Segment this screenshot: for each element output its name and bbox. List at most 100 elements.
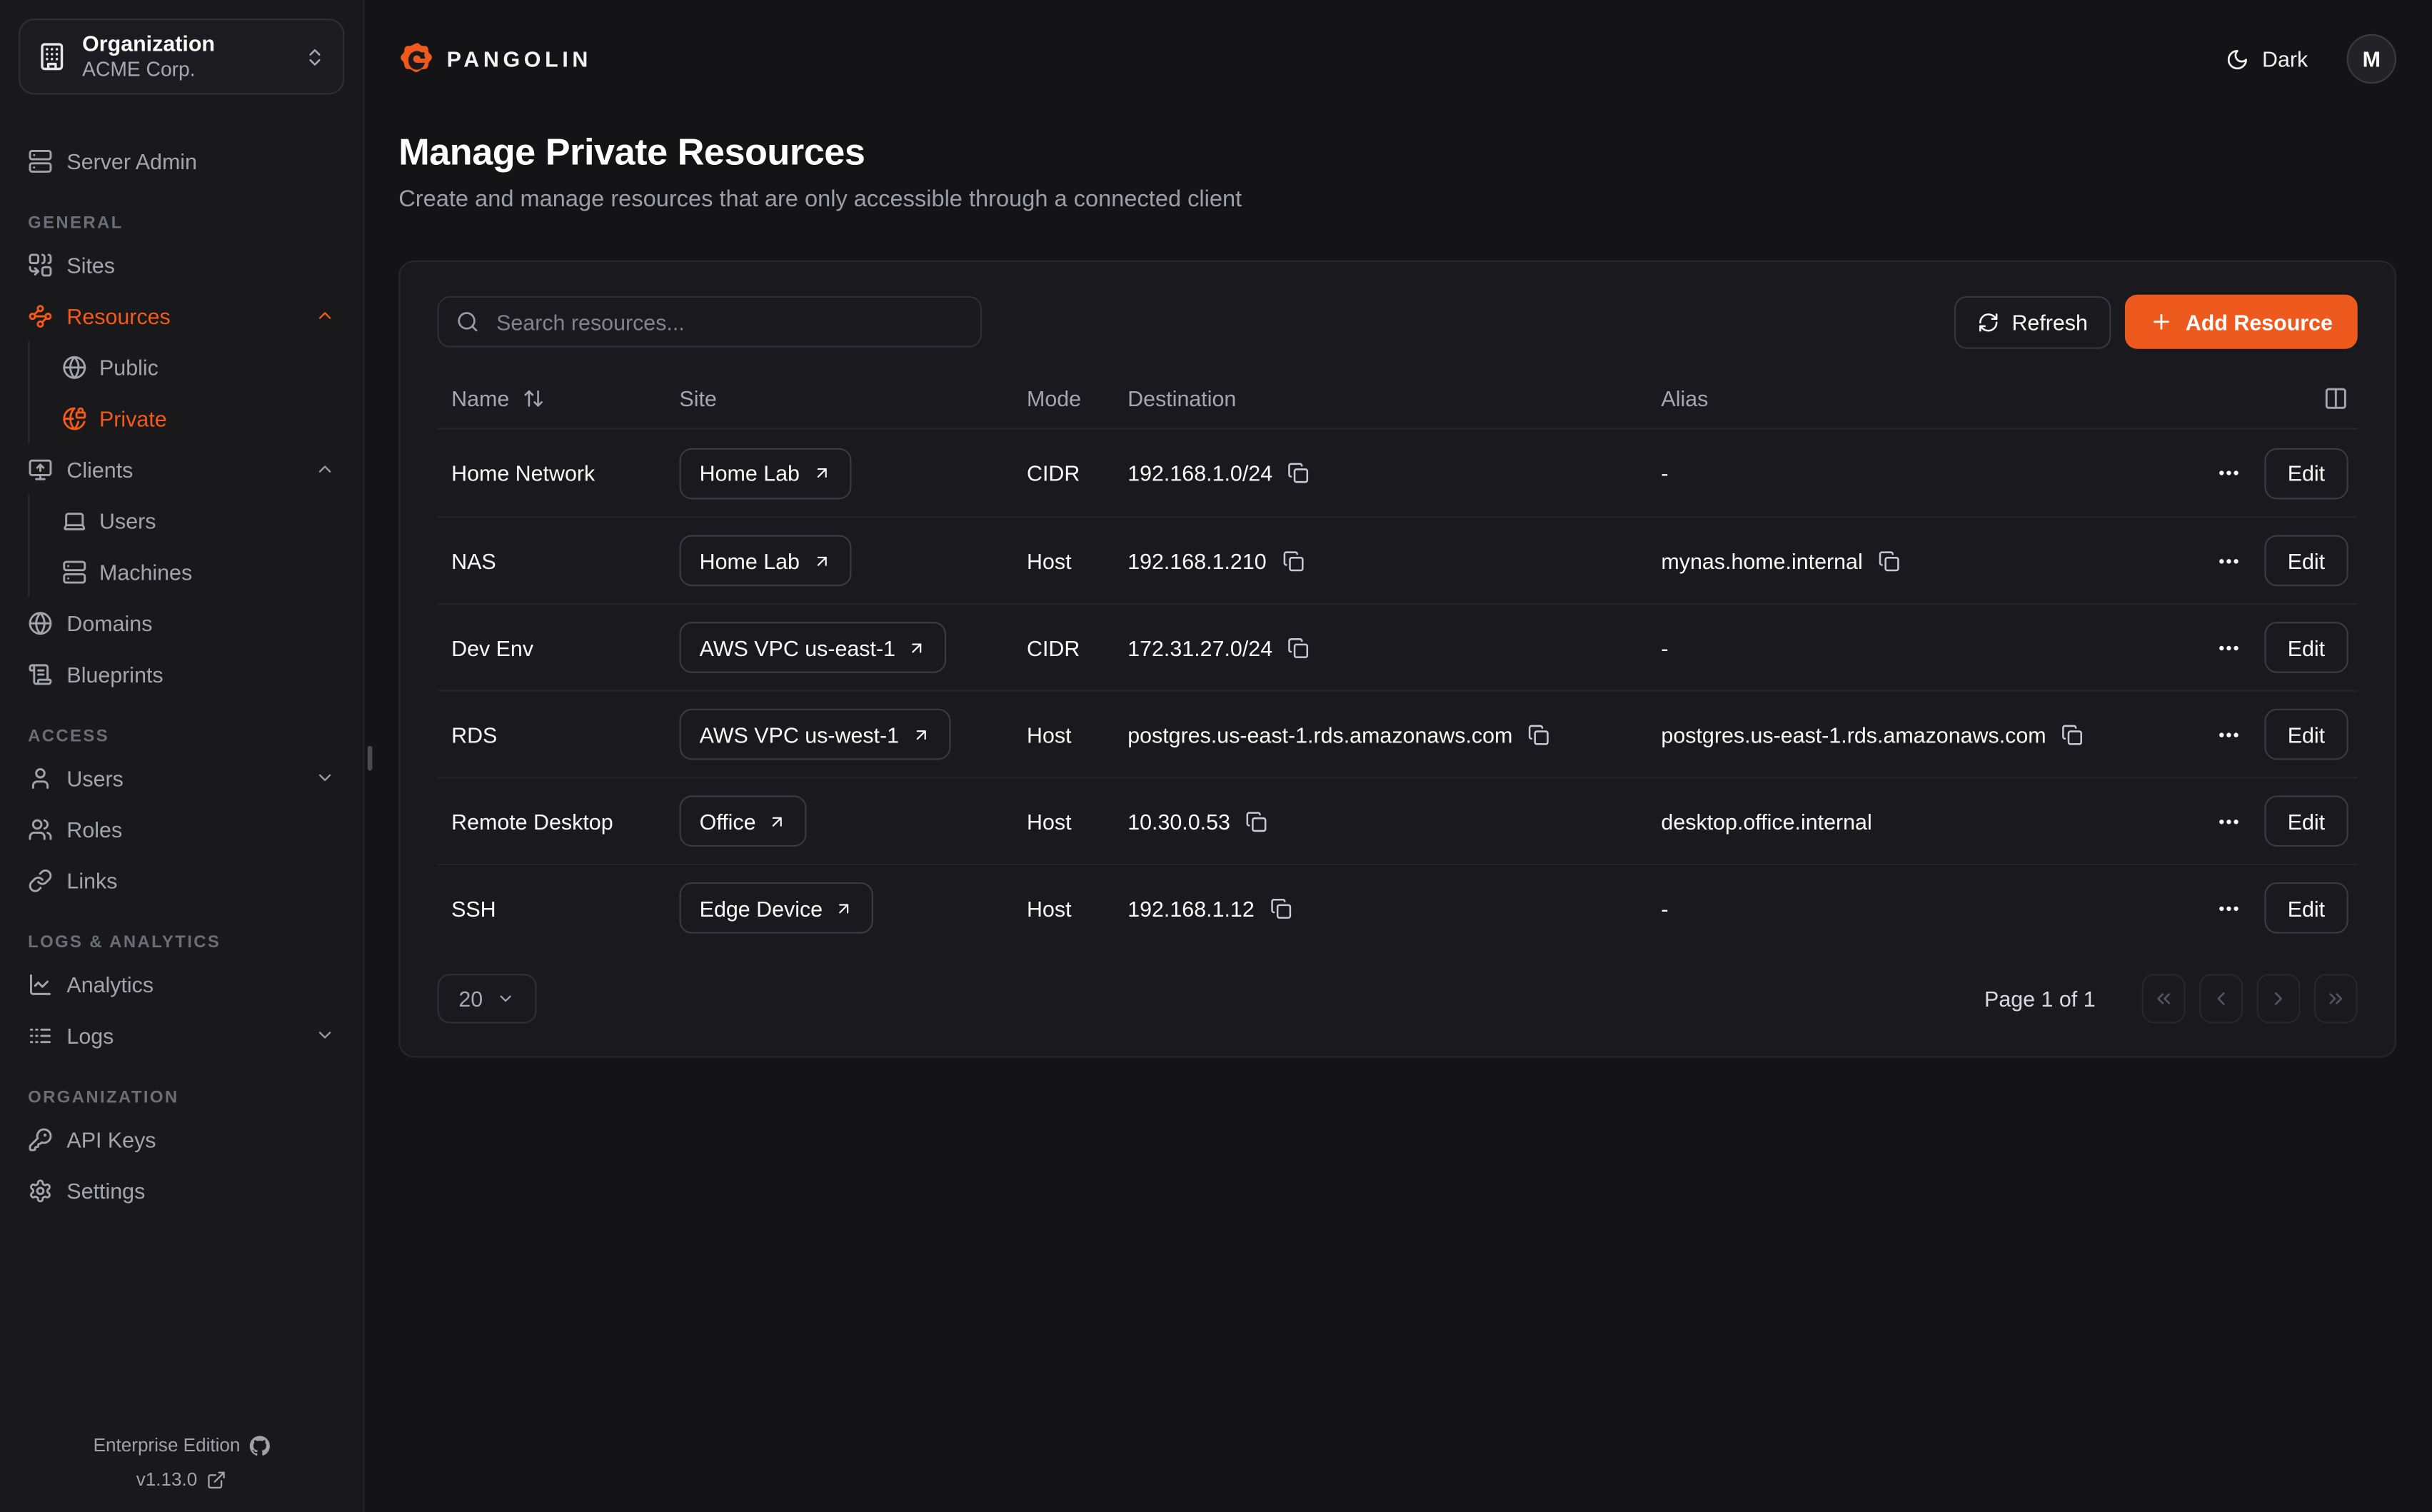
- sidebar-item-roles[interactable]: Roles: [0, 803, 363, 855]
- sidebar-item-analytics[interactable]: Analytics: [0, 958, 363, 1009]
- avatar[interactable]: M: [2347, 34, 2397, 84]
- alias-cell: -: [1661, 895, 2216, 920]
- globe-icon: [28, 610, 53, 635]
- site-link[interactable]: AWS VPC us-east-1: [679, 622, 946, 673]
- edit-button[interactable]: Edit: [2264, 535, 2348, 586]
- sidebar-item-users[interactable]: Users: [0, 752, 363, 804]
- logs-icon: [28, 1023, 53, 1048]
- next-page-button[interactable]: [2257, 974, 2301, 1024]
- sidebar-item-domains[interactable]: Domains: [0, 597, 363, 648]
- building-icon: [37, 42, 66, 71]
- table-header: Name Site Mode Destination Alias: [438, 368, 2358, 430]
- globe-icon: [62, 354, 87, 379]
- row-menu-button[interactable]: [2216, 722, 2241, 747]
- sidebar-scrollbar-thumb[interactable]: [368, 746, 373, 771]
- copy-icon[interactable]: [1270, 897, 1291, 919]
- sidebar-item-public[interactable]: Public: [29, 341, 363, 393]
- copy-icon[interactable]: [1288, 462, 1310, 483]
- sidebar-nav: Server Admin GENERAL Sites Resources Pub…: [0, 114, 363, 1216]
- mode-cell: CIDR: [1027, 460, 1127, 485]
- sidebar-item-label: Server Admin: [66, 148, 197, 173]
- copy-icon[interactable]: [1878, 550, 1899, 571]
- sidebar-item-private[interactable]: Private: [29, 393, 363, 444]
- edit-button[interactable]: Edit: [2264, 795, 2348, 847]
- chevron-down-icon: [315, 1025, 335, 1045]
- column-header-site: Site: [679, 385, 1027, 410]
- first-page-button[interactable]: [2142, 974, 2186, 1024]
- row-menu-button[interactable]: [2216, 548, 2241, 573]
- server-icon: [28, 148, 53, 173]
- site-link[interactable]: Home Lab: [679, 535, 850, 586]
- previous-page-button[interactable]: [2199, 974, 2243, 1024]
- laptop-icon: [62, 508, 87, 533]
- copy-icon[interactable]: [2061, 723, 2083, 745]
- sidebar-item-resources[interactable]: Resources: [0, 290, 363, 341]
- page-title: Manage Private Resources: [398, 132, 2396, 176]
- columns-icon[interactable]: [2323, 385, 2348, 410]
- search-box: [438, 296, 982, 348]
- site-link[interactable]: Home Lab: [679, 448, 850, 499]
- copy-icon[interactable]: [1528, 723, 1549, 745]
- site-link[interactable]: Office: [679, 795, 807, 847]
- copy-icon[interactable]: [1282, 550, 1303, 571]
- sidebar-item-settings[interactable]: Settings: [0, 1164, 363, 1216]
- row-menu-button[interactable]: [2216, 895, 2241, 920]
- edit-button[interactable]: Edit: [2264, 709, 2348, 760]
- site-link[interactable]: Edge Device: [679, 882, 873, 934]
- add-resource-button[interactable]: Add Resource: [2125, 295, 2358, 349]
- key-icon: [28, 1127, 53, 1151]
- site-link-label: Home Lab: [700, 548, 800, 573]
- column-header-label: Mode: [1027, 385, 1081, 410]
- sidebar-section-organization: ORGANIZATION: [0, 1086, 363, 1111]
- sidebar-item-logs[interactable]: Logs: [0, 1009, 363, 1061]
- sidebar-item-machines[interactable]: Machines: [29, 546, 363, 598]
- moon-icon: [2226, 47, 2250, 71]
- sidebar-item-label: Links: [66, 867, 117, 892]
- page-subtitle: Create and manage resources that are onl…: [398, 186, 2396, 213]
- chevron-down-icon: [497, 989, 516, 1008]
- theme-toggle-button[interactable]: Dark: [2217, 45, 2317, 73]
- edit-button[interactable]: Edit: [2264, 882, 2348, 934]
- edit-button[interactable]: Edit: [2264, 622, 2348, 673]
- mode-cell: Host: [1027, 895, 1127, 920]
- resources-subgroup: Public Private: [28, 341, 363, 443]
- copy-icon[interactable]: [1288, 637, 1310, 658]
- sidebar-item-api-keys[interactable]: API Keys: [0, 1114, 363, 1165]
- site-link[interactable]: AWS VPC us-west-1: [679, 709, 950, 760]
- search-input[interactable]: [493, 308, 963, 336]
- alias-cell: -: [1661, 635, 2216, 660]
- destination-value: 192.168.1.210: [1127, 548, 1266, 573]
- org-switcher[interactable]: Organization ACME Corp.: [19, 19, 344, 94]
- copy-icon[interactable]: [1246, 810, 1267, 832]
- column-header-name[interactable]: Name: [451, 385, 679, 410]
- sidebar-item-label: Machines: [99, 559, 192, 584]
- row-menu-button[interactable]: [2216, 809, 2241, 834]
- sort-icon: [523, 387, 545, 408]
- table-row: Remote Desktop Office Host 10.30.0.53 de…: [438, 777, 2358, 864]
- page-size-select[interactable]: 20: [438, 974, 537, 1024]
- refresh-button[interactable]: Refresh: [1954, 296, 2111, 348]
- destination-value: 192.168.1.0/24: [1127, 460, 1272, 485]
- org-switcher-texts: Organization ACME Corp.: [82, 31, 215, 83]
- sidebar: Organization ACME Corp. Server Admin GEN…: [0, 0, 364, 1512]
- pangolin-logo: [398, 41, 434, 77]
- sidebar-item-server-admin[interactable]: Server Admin: [0, 135, 363, 186]
- sidebar-item-sites[interactable]: Sites: [0, 239, 363, 291]
- last-page-button[interactable]: [2314, 974, 2358, 1024]
- chevrons-left-icon: [2153, 988, 2174, 1009]
- site-link-label: AWS VPC us-east-1: [700, 635, 895, 660]
- sidebar-item-label: Roles: [66, 817, 122, 842]
- edition-row[interactable]: Enterprise Edition: [0, 1428, 363, 1463]
- sidebar-item-clients[interactable]: Clients: [0, 443, 363, 495]
- row-menu-button[interactable]: [2216, 460, 2241, 485]
- edit-button[interactable]: Edit: [2264, 448, 2348, 499]
- sidebar-item-links[interactable]: Links: [0, 855, 363, 906]
- alias-cell: -: [1661, 460, 2216, 485]
- refresh-label: Refresh: [2011, 309, 2088, 334]
- sidebar-item-client-users[interactable]: Users: [29, 495, 363, 546]
- sidebar-item-blueprints[interactable]: Blueprints: [0, 648, 363, 700]
- row-menu-button[interactable]: [2216, 635, 2241, 660]
- plus-icon: [2150, 310, 2174, 333]
- site-link-label: AWS VPC us-west-1: [700, 722, 899, 747]
- version-row[interactable]: v1.13.0: [0, 1462, 363, 1496]
